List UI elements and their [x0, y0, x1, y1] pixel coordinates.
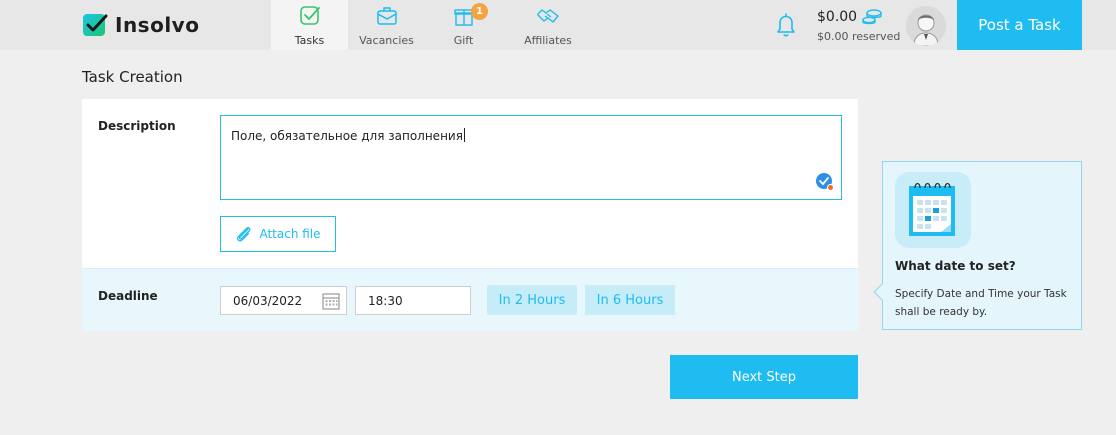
coins-icon: [862, 9, 882, 25]
tasks-check-icon: [299, 6, 320, 25]
nav-vacancies-label: Vacancies: [359, 34, 414, 47]
handshake-icon: [537, 9, 559, 23]
nav-gift[interactable]: 1 Gift: [425, 0, 502, 50]
nav-gift-label: Gift: [453, 34, 474, 47]
post-task-button[interactable]: Post a Task: [957, 0, 1082, 50]
logo-text: Insolvo: [115, 13, 200, 37]
text-caret: [463, 128, 465, 142]
deadline-label: Deadline: [98, 289, 158, 303]
user-avatar-icon: [906, 6, 946, 46]
spellcheck-icon[interactable]: [815, 172, 835, 192]
attach-file-button[interactable]: Attach file: [220, 216, 336, 252]
nav-vacancies[interactable]: Vacancies: [348, 0, 425, 50]
page-title: Task Creation: [82, 68, 183, 86]
description-value: Поле, обязательное для заполнения: [231, 129, 463, 143]
description-textarea[interactable]: Поле, обязательное для заполнения: [220, 115, 842, 200]
logo-check-icon: [83, 14, 108, 36]
bell-icon[interactable]: [773, 11, 799, 39]
calendar-icon[interactable]: [322, 292, 340, 310]
tip-arrow: [873, 283, 891, 301]
next-step-button[interactable]: Next Step: [670, 355, 858, 399]
nav-tasks-label: Tasks: [294, 34, 325, 47]
attach-file-label: Attach file: [259, 227, 321, 241]
tip-text: Specify Date and Time your Task shall be…: [895, 288, 1067, 318]
tip-title: What date to set?: [895, 259, 1016, 273]
logo[interactable]: Insolvo: [82, 10, 199, 40]
in-2-hours-button[interactable]: In 2 Hours: [487, 285, 577, 315]
nav-affiliates[interactable]: Affiliates: [502, 0, 594, 50]
calendar-illustration-icon: [895, 172, 971, 248]
balance-widget[interactable]: $0.00 $0.00 reserved: [817, 7, 900, 43]
main-nav: Tasks Vacancies 1 Gift Affiliates: [271, 0, 594, 50]
deadline-time-value: 18:30: [368, 293, 403, 308]
deadline-time-input[interactable]: 18:30: [355, 286, 471, 315]
gift-badge: 1: [471, 3, 488, 20]
reserved-amount: $0.00 reserved: [817, 30, 901, 43]
task-form-card: Description Поле, обязательное для запол…: [82, 99, 858, 331]
avatar[interactable]: [906, 6, 946, 46]
deadline-row: Deadline 06/03/2022 18:30 In 2 Hours In …: [82, 268, 858, 331]
nav-tasks[interactable]: Tasks: [271, 0, 348, 50]
description-label: Description: [98, 119, 176, 133]
paperclip-icon: [237, 227, 251, 242]
top-header: Insolvo Tasks Vacancies 1 Gift Affiliate…: [0, 0, 1116, 50]
briefcase-icon: [376, 7, 397, 25]
balance-amount: $0.00: [817, 9, 858, 25]
deadline-date-value: 06/03/2022: [233, 293, 303, 308]
in-6-hours-button[interactable]: In 6 Hours: [585, 285, 675, 315]
deadline-date-input[interactable]: 06/03/2022: [220, 286, 347, 315]
nav-affiliates-label: Affiliates: [524, 34, 572, 47]
deadline-help-tip: What date to set? Specify Date and Time …: [873, 161, 1082, 330]
